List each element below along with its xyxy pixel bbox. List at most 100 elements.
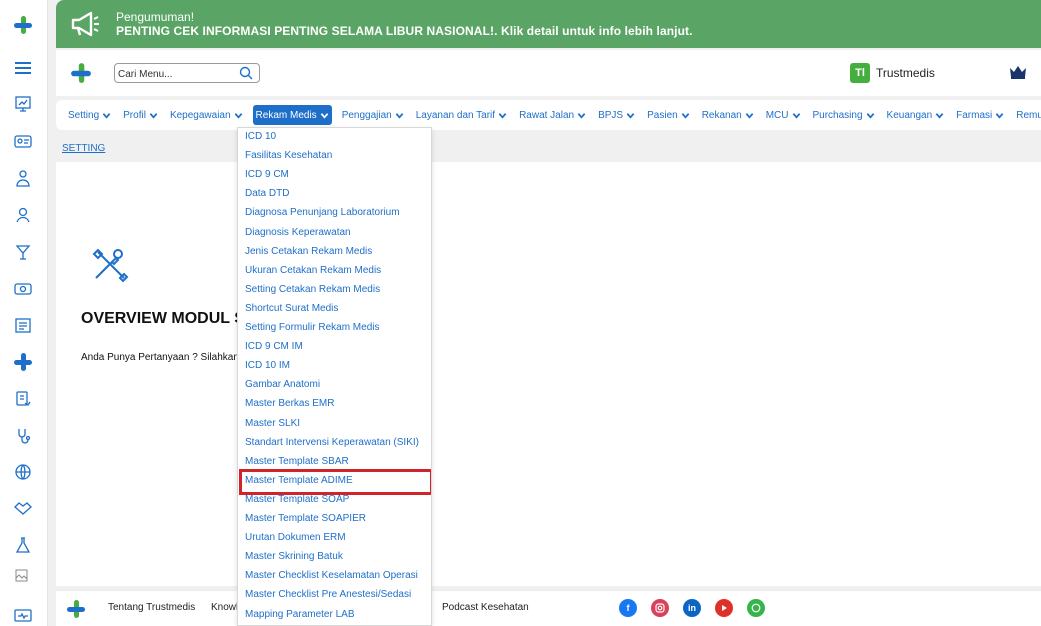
menu-item-mapping-parameter-lab[interactable]: Mapping Parameter LAB: [245, 609, 355, 620]
nav-item-bpjs[interactable]: BPJS: [596, 105, 637, 125]
nav-item-pasien[interactable]: Pasien: [645, 105, 692, 125]
menu-item-jenis-cetakan-rekam-medis[interactable]: Jenis Cetakan Rekam Medis: [245, 246, 372, 257]
menu-item-setting-cetakan-rekam-medis[interactable]: Setting Cetakan Rekam Medis: [245, 284, 380, 295]
chevron-down-icon: [626, 112, 635, 119]
hamburger-menu-icon[interactable]: [10, 57, 36, 79]
menu-item-master-template-soap[interactable]: Master Template SOAP: [245, 494, 349, 505]
main-content: OVERVIEW MODUL S Anda Punya Pertanyaan ?…: [56, 162, 1041, 586]
patient-icon[interactable]: [10, 204, 36, 226]
chevron-down-icon: [935, 112, 944, 119]
clipboard-hand-icon[interactable]: [10, 388, 36, 410]
menu-item-master-checklist-keselamatan-operasi[interactable]: Master Checklist Keselamatan Operasi: [245, 570, 418, 581]
chevron-down-icon: [234, 112, 242, 119]
menu-item-icd-9-cm[interactable]: ICD 9 CM: [245, 169, 289, 180]
nav-item-remunerasi[interactable]: Remunerasi: [1014, 105, 1041, 125]
pharmacy-icon[interactable]: [10, 241, 36, 263]
menu-item-setting-formulir-rekam-medis[interactable]: Setting Formulir Rekam Medis: [245, 322, 379, 333]
chevron-down-icon: [498, 112, 507, 119]
nav-item-label: Rekam Medis: [255, 109, 317, 121]
overview-title: OVERVIEW MODUL S: [81, 310, 245, 327]
announcement-text[interactable]: PENTING CEK INFORMASI PENTING SELAMA LIB…: [116, 24, 693, 38]
menu-item-master-slki[interactable]: Master SLKI: [245, 418, 300, 429]
globe-icon[interactable]: [10, 461, 36, 483]
nav-item-label: Farmasi: [956, 109, 993, 121]
footer-link-podcast[interactable]: Podcast Kesehatan: [442, 602, 529, 613]
dashboard-icon[interactable]: [10, 93, 36, 115]
menu-item-urutan-dokumen-erm[interactable]: Urutan Dokumen ERM: [245, 532, 346, 543]
instagram-icon[interactable]: [651, 599, 669, 617]
rekam-medis-dropdown: ICD 10 Fasilitas Kesehatan ICD 9 CM Data DT…: [237, 127, 432, 626]
menu-item-ukuran-cetakan-rekam-medis[interactable]: Ukuran Cetakan Rekam Medis: [245, 265, 381, 276]
menu-item-master-skrining-batuk[interactable]: Master Skrining Batuk: [245, 551, 343, 562]
menu-item-gambar-anatomi[interactable]: Gambar Anatomi: [245, 379, 320, 390]
billing-icon[interactable]: [10, 278, 36, 300]
nav-item-rekanan[interactable]: Rekanan: [700, 105, 756, 125]
menu-item-icd-10-im[interactable]: ICD 10 IM: [245, 360, 290, 371]
menu-item-standart-intervensi-keperawatan-siki[interactable]: Standart Intervensi Keperawatan (SIKI): [245, 437, 419, 448]
menu-item-fasilitas-kesehatan[interactable]: Fasilitas Kesehatan: [245, 150, 332, 161]
nav-item-profil[interactable]: Profil: [121, 105, 160, 125]
menu-item-master-berkas-emr[interactable]: Master Berkas EMR: [245, 398, 334, 409]
nav-item-farmasi[interactable]: Farmasi: [954, 105, 1006, 125]
nav-item-label: Profil: [123, 109, 146, 121]
nav-item-mcu[interactable]: MCU: [764, 105, 803, 125]
nav-item-purchasing[interactable]: Purchasing: [811, 105, 877, 125]
menu-search[interactable]: [114, 63, 260, 85]
lab-flask-icon[interactable]: [10, 534, 36, 556]
header-logo-icon[interactable]: [70, 62, 92, 89]
facebook-icon[interactable]: f: [619, 599, 637, 617]
announcement-banner[interactable]: Pengumuman! PENTING CEK INFORMASI PENTIN…: [56, 0, 1041, 48]
report-icon[interactable]: [10, 315, 36, 337]
youtube-icon[interactable]: [715, 599, 733, 617]
footer-link-knowledge[interactable]: Knowl: [211, 602, 238, 613]
menu-item-data-dtd[interactable]: Data DTD: [245, 188, 289, 199]
id-card-icon[interactable]: [10, 130, 36, 152]
menu-item-icd-9-cm-im[interactable]: ICD 9 CM IM: [245, 341, 303, 352]
nav-item-penggajian[interactable]: Penggajian: [340, 105, 406, 125]
linkedin-icon[interactable]: in: [683, 599, 701, 617]
top-bar: Tl Trustmedis: [56, 50, 1041, 96]
nav-item-label: Kepegawaian: [169, 109, 231, 121]
doctor-icon[interactable]: [10, 167, 36, 189]
whatsapp-icon[interactable]: [747, 599, 765, 617]
footer-logo-icon: [66, 599, 86, 624]
trustmedis-logo-icon: Tl: [850, 63, 870, 83]
medical-cross-icon[interactable]: [10, 351, 36, 373]
menu-item-shortcut-surat-medis[interactable]: Shortcut Surat Medis: [245, 303, 338, 314]
announcement-title: Pengumuman!: [116, 10, 195, 24]
nav-item-keuangan[interactable]: Keuangan: [885, 105, 947, 125]
menu-item-master-template-sbar[interactable]: Master Template SBAR: [245, 456, 349, 467]
menu-item-diagnosis-keperawatan[interactable]: Diagnosis Keperawatan: [245, 227, 351, 238]
chevron-down-icon: [577, 112, 586, 119]
nav-item-setting[interactable]: Setting: [66, 105, 113, 125]
menu-item-master-template-soapier[interactable]: Master Template SOAPIER: [245, 513, 366, 524]
nav-item-kepegawaian[interactable]: Kepegawaian: [168, 105, 245, 125]
search-icon[interactable]: [239, 66, 253, 85]
breadcrumb[interactable]: SETTING: [62, 143, 105, 154]
stethoscope-icon[interactable]: [10, 425, 36, 447]
brand[interactable]: Tl Trustmedis: [850, 63, 935, 83]
nav-item-layanan-dan-tarif[interactable]: Layanan dan Tarif: [414, 105, 509, 125]
menu-item-master-template-adime[interactable]: Master Template ADIME: [245, 475, 353, 486]
handshake-icon[interactable]: [10, 497, 36, 519]
menu-item-diagnosa-penunjang-laboratorium[interactable]: Diagnosa Penunjang Laboratorium: [245, 207, 400, 218]
nav-item-label: Layanan dan Tarif: [415, 109, 496, 121]
crown-icon[interactable]: [1008, 64, 1028, 85]
nav-item-label: Pasien: [647, 109, 678, 121]
menu-item-master-checklist-pre-anestesi-sedasi[interactable]: Master Checklist Pre Anestesi/Sedasi: [245, 589, 411, 600]
chevron-down-icon: [745, 112, 754, 119]
chevron-down-icon: [149, 112, 158, 119]
footer-link-about[interactable]: Tentang Trustmedis: [108, 602, 195, 613]
search-input[interactable]: [115, 65, 233, 84]
nav-item-label: Keuangan: [886, 109, 933, 121]
menu-item-icd-10[interactable]: ICD 10: [245, 131, 276, 142]
chevron-down-icon: [102, 112, 111, 119]
nav-item-rawat-jalan[interactable]: Rawat Jalan: [517, 105, 588, 125]
chevron-down-icon: [320, 112, 329, 119]
app-logo-icon[interactable]: [10, 14, 36, 36]
nav-item-rekam-medis[interactable]: Rekam Medis: [252, 105, 332, 125]
overview-question: Anda Punya Pertanyaan ? Silahkan: [81, 352, 239, 363]
main-nav: Setting Profil Kepegawaian Rekam Medis Pengg…: [56, 100, 1041, 130]
monitor-icon[interactable]: [10, 605, 36, 626]
nav-item-label: MCU: [765, 109, 789, 121]
